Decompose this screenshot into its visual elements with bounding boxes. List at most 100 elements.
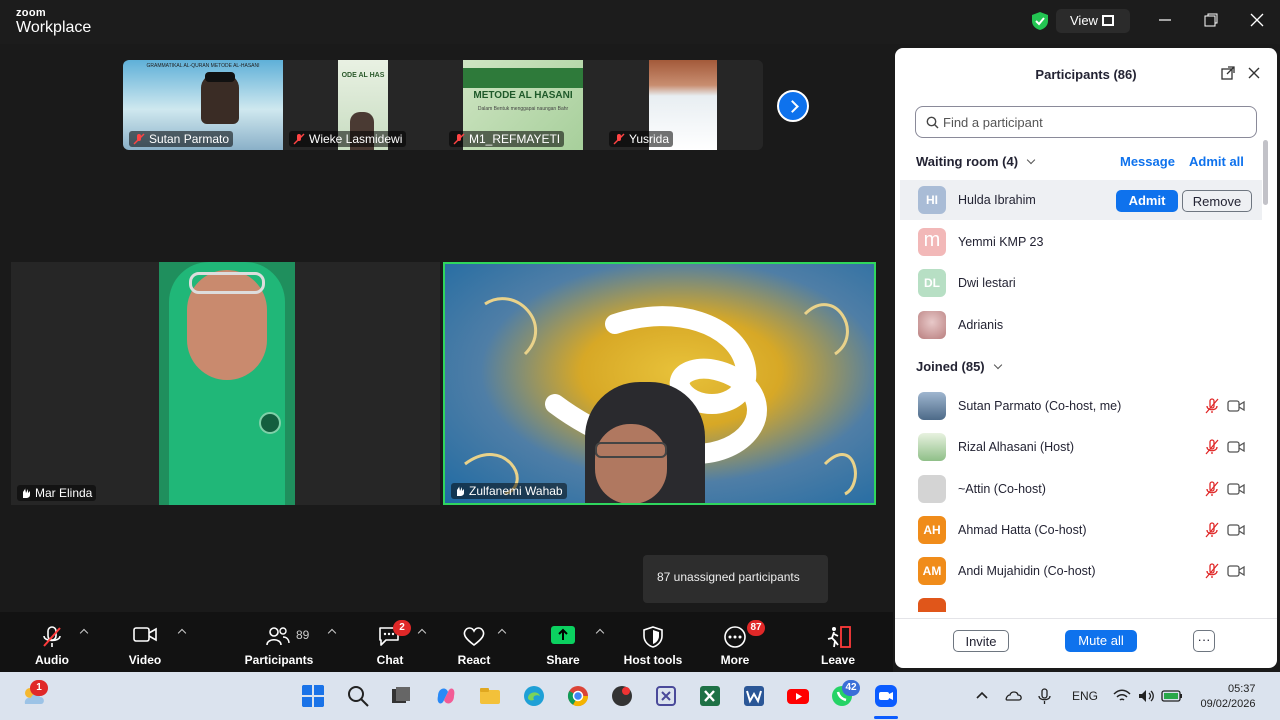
thumbnail-tile[interactable]: ODE AL HAS Wieke Lasmidewi	[283, 60, 443, 150]
windows-start-icon[interactable]	[301, 684, 325, 708]
chrome-browser-icon[interactable]	[566, 684, 590, 708]
book-title: ODE AL HAS	[341, 72, 385, 79]
share-button[interactable]: Share	[538, 612, 588, 672]
zoom-logo: zoom Workplace	[16, 8, 91, 36]
thumbnail-tile[interactable]: Yusrida	[603, 60, 763, 150]
search-placeholder: Find a participant	[943, 115, 1043, 130]
waiting-row[interactable]: m Yemmi KMP 23	[900, 222, 1262, 262]
video-tile-active-speaker[interactable]: Zulfanemi Wahab	[443, 262, 876, 505]
system-clock[interactable]: 05:37 09/02/2026	[1200, 682, 1255, 712]
joined-header[interactable]: Joined (85)	[916, 359, 1002, 374]
video-options-caret-icon[interactable]	[177, 628, 187, 638]
waiting-row[interactable]: DL Dwi lestari	[900, 263, 1262, 303]
brooch-shape	[259, 412, 281, 434]
security-shield-icon[interactable]	[1031, 11, 1049, 31]
host-shield-icon	[643, 626, 663, 648]
view-button[interactable]: View	[1056, 9, 1130, 33]
language-indicator[interactable]: ENG	[1072, 689, 1098, 703]
react-button[interactable]: React	[449, 612, 499, 672]
participant-name: Sutan Parmato	[149, 132, 230, 146]
chat-options-caret-icon[interactable]	[417, 628, 427, 638]
mute-all-button[interactable]: Mute all	[1065, 630, 1137, 652]
edge-browser-icon[interactable]	[522, 684, 546, 708]
wifi-icon[interactable]	[1113, 688, 1131, 704]
raised-hand-icon	[457, 486, 464, 496]
mic-muted-icon[interactable]	[1205, 439, 1219, 455]
leave-button[interactable]: Leave	[813, 612, 863, 672]
snipping-tool-icon[interactable]	[654, 684, 678, 708]
video-camera-icon[interactable]	[1227, 565, 1245, 577]
thumbnail-tile[interactable]: METODE AL HASANI Dalam Bentuk menggapai …	[443, 60, 603, 150]
face-shape	[595, 424, 667, 503]
task-view-icon[interactable]	[389, 684, 413, 708]
joined-row[interactable]: Sutan Parmato (Co-host, me)	[900, 386, 1262, 426]
search-icon[interactable]	[346, 684, 370, 708]
volume-icon[interactable]	[1137, 688, 1155, 704]
avatar: DL	[918, 269, 946, 297]
mic-muted-icon[interactable]	[1205, 398, 1219, 414]
share-screen-icon	[551, 626, 575, 644]
glasses-shape	[189, 272, 265, 294]
avatar: m	[918, 228, 946, 256]
more-label: More	[720, 653, 750, 667]
video-camera-icon[interactable]	[1227, 400, 1245, 412]
participants-options-caret-icon[interactable]	[327, 628, 337, 638]
video-label: Video	[128, 653, 162, 667]
host-tools-button[interactable]: Host tools	[622, 612, 684, 672]
panel-scrollbar[interactable]	[1263, 140, 1268, 205]
joined-row[interactable]: ~Attin (Co-host)	[900, 469, 1262, 509]
restore-icon[interactable]	[1203, 12, 1219, 28]
zoom-app-icon[interactable]	[874, 684, 898, 708]
more-options-icon[interactable]: ···	[1193, 630, 1215, 652]
word-icon[interactable]	[742, 684, 766, 708]
mic-muted-icon[interactable]	[1205, 522, 1219, 538]
video-button[interactable]: Video	[115, 612, 175, 672]
thumbnail-tile[interactable]: GRAMMATIKAL AL-QURAN METODE AL-HASANI Su…	[123, 60, 283, 150]
message-link[interactable]: Message	[1120, 154, 1175, 169]
joined-row[interactable]: AH Ahmad Hatta (Co-host)	[900, 510, 1262, 550]
admit-all-link[interactable]: Admit all	[1189, 154, 1244, 169]
waiting-room-header[interactable]: Waiting room (4)	[916, 154, 1036, 169]
active-app-indicator	[874, 716, 898, 719]
joined-row[interactable]: Rizal Alhasani (Host)	[900, 427, 1262, 467]
mic-muted-icon[interactable]	[1205, 481, 1219, 497]
more-button[interactable]: 87 More	[710, 612, 765, 672]
next-page-arrow-icon[interactable]	[777, 90, 809, 122]
video-tile-left[interactable]: Mar Elinda	[11, 262, 440, 505]
media-app-icon[interactable]	[610, 684, 634, 708]
onedrive-status-icon[interactable]	[1004, 688, 1022, 704]
battery-icon[interactable]	[1161, 689, 1183, 703]
close-window-icon[interactable]	[1249, 12, 1265, 28]
joined-row-partial[interactable]	[900, 592, 1262, 612]
admit-button[interactable]: Admit	[1116, 190, 1178, 212]
joined-row[interactable]: AM Andi Mujahidin (Co-host)	[900, 551, 1262, 591]
file-explorer-icon[interactable]	[478, 684, 502, 708]
react-options-caret-icon[interactable]	[497, 628, 507, 638]
youtube-icon[interactable]	[786, 684, 810, 708]
share-options-caret-icon[interactable]	[595, 628, 605, 638]
audio-button[interactable]: Audio	[22, 612, 82, 672]
copilot-icon[interactable]	[434, 684, 458, 708]
chat-button[interactable]: 2 Chat	[365, 612, 415, 672]
show-hidden-icons-icon[interactable]	[976, 690, 988, 700]
unassigned-tooltip: 87 unassigned participants	[643, 555, 828, 603]
video-camera-icon[interactable]	[1227, 524, 1245, 536]
mic-muted-icon[interactable]	[1205, 563, 1219, 579]
video-camera-icon[interactable]	[1227, 441, 1245, 453]
heart-icon	[463, 627, 485, 647]
video-camera-icon[interactable]	[1227, 483, 1245, 495]
mic-tray-icon[interactable]	[1036, 687, 1054, 705]
excel-icon[interactable]	[698, 684, 722, 708]
close-panel-icon[interactable]	[1248, 67, 1260, 79]
participants-button[interactable]: 89 Participants	[244, 612, 314, 672]
remove-button[interactable]: Remove	[1182, 190, 1252, 212]
popout-icon[interactable]	[1221, 66, 1235, 80]
minimize-icon[interactable]	[1157, 12, 1173, 28]
participant-name: Adrianis	[958, 318, 1004, 332]
waiting-row[interactable]: Adrianis	[900, 305, 1262, 345]
joined-label: Joined (85)	[916, 359, 985, 374]
waiting-row[interactable]: HI Hulda Ibrahim Admit Remove	[900, 180, 1262, 220]
invite-button[interactable]: Invite	[953, 630, 1009, 652]
clock-date: 09/02/2026	[1200, 698, 1256, 710]
search-input[interactable]: Find a participant	[915, 106, 1257, 138]
